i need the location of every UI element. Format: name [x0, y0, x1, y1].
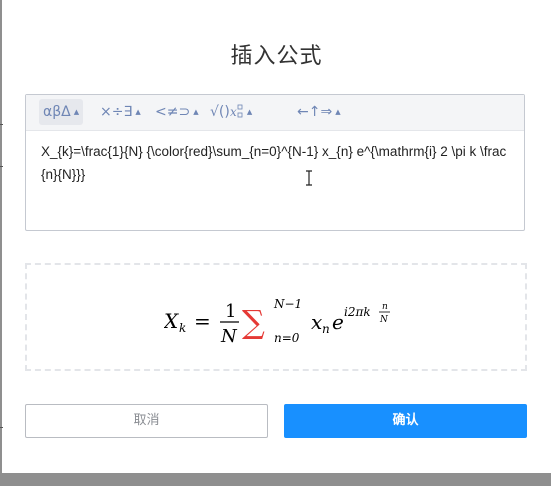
latex-input[interactable]: X_{k}=\frac{1}{N} {\color{red}\sum_{n=0}… [41, 140, 511, 186]
relations-icon: <≠⊃ [155, 104, 191, 120]
arrows-icon: ←↑⇒ [297, 104, 333, 120]
formula-preview: X k = 1 N ∑ N−1 n=0 x n e i2πk n N [25, 263, 527, 371]
caret-up-icon: ▲ [246, 108, 253, 116]
formula-e-base: e [332, 310, 344, 334]
operators-dropdown[interactable]: ×÷∃ ▲ [96, 99, 145, 125]
svg-text:x: x [230, 105, 237, 119]
greek-letters-icon: αβΔ [43, 104, 71, 120]
formula-fraction-numerator: 1 [225, 301, 236, 322]
symbol-toolbar: αβΔ ▲ ×÷∃ ▲ <≠⊃ ▲ √() x ▲ ←↑⇒ ▲ [26, 95, 524, 131]
superscript-subscript-icon: x [230, 104, 243, 119]
formula-sum-upper-limit: N−1 [273, 297, 302, 311]
functions-dropdown[interactable]: √() x ▲ [206, 99, 256, 125]
latex-editor[interactable]: αβΔ ▲ ×÷∃ ▲ <≠⊃ ▲ √() x ▲ ←↑⇒ ▲ X_{k}=\frac{1}… [25, 94, 525, 231]
caret-up-icon: ▲ [135, 108, 141, 116]
operators-icon: ×÷∃ [100, 104, 133, 120]
background-edge-mark [0, 166, 3, 167]
formula-exponent-fraction-numerator: n [382, 302, 388, 312]
formula-equals: = [194, 309, 211, 333]
caret-up-icon: ▲ [73, 108, 80, 116]
rendered-formula: X k = 1 N ∑ N−1 n=0 x n e i2πk n N [164, 297, 390, 346]
caret-up-icon: ▲ [335, 108, 341, 116]
formula-n-subscript: n [322, 322, 330, 336]
formula-exponent-fraction-denominator: N [379, 315, 389, 325]
insert-formula-dialog: 插入公式 αβΔ ▲ ×÷∃ ▲ <≠⊃ ▲ √() x ▲ ←↑⇒ ▲ X_{k}=\fr… [0, 0, 551, 473]
formula-x-symbol: X [164, 309, 179, 333]
background-edge-mark [0, 427, 3, 428]
formula-k-subscript: k [179, 321, 186, 335]
formula-fraction-denominator: N [220, 326, 238, 346]
formula-exponent: i2πk [344, 305, 371, 319]
formula-sum-lower-limit: n=0 [274, 331, 300, 345]
dialog-title: 插入公式 [230, 44, 323, 69]
greek-letters-dropdown[interactable]: αβΔ ▲ [39, 99, 84, 125]
text-cursor-icon [306, 170, 312, 186]
caret-up-icon: ▲ [193, 108, 199, 116]
arrows-dropdown[interactable]: ←↑⇒ ▲ [293, 99, 345, 125]
cancel-button[interactable]: 取消 [25, 404, 268, 438]
formula-x-term: x [311, 310, 322, 334]
background-edge-mark [0, 124, 3, 125]
relations-dropdown[interactable]: <≠⊃ ▲ [151, 99, 203, 125]
functions-icon: √() [210, 104, 230, 120]
confirm-button[interactable]: 确认 [284, 404, 527, 438]
formula-sum-symbol: ∑ [242, 303, 265, 341]
